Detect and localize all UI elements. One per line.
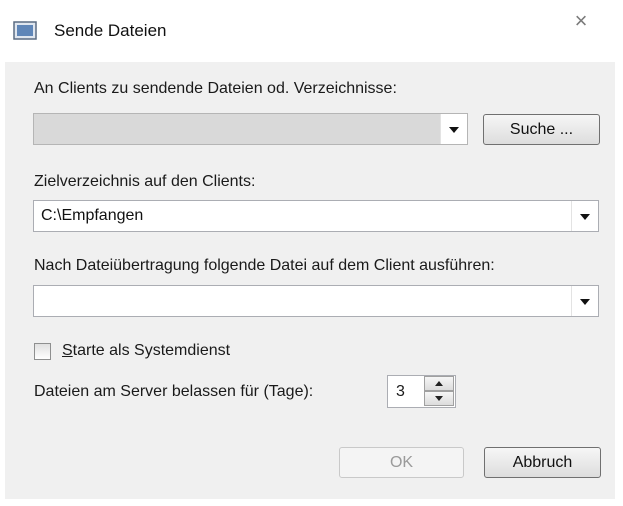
- run-after-combobox[interactable]: [33, 285, 599, 317]
- cancel-button[interactable]: Abbruch: [484, 447, 601, 478]
- keep-days-value: 3: [396, 383, 405, 400]
- window-title: Sende Dateien: [54, 21, 167, 40]
- files-combobox[interactable]: [33, 113, 468, 145]
- files-label: An Clients zu sendende Dateien od. Verze…: [34, 80, 397, 97]
- service-checkbox-text: tarte als Systemdienst: [72, 342, 231, 359]
- title-bar: Sende Dateien ×: [0, 0, 623, 62]
- chevron-down-icon[interactable]: [571, 286, 598, 316]
- target-dir-value: C:\Empfangen: [41, 207, 144, 224]
- search-button[interactable]: Suche ...: [483, 114, 600, 145]
- window-icon: [13, 21, 37, 40]
- close-button[interactable]: ×: [566, 8, 596, 34]
- service-checkbox-label[interactable]: Starte als Systemdienst: [62, 342, 230, 360]
- spin-up-icon[interactable]: [424, 376, 454, 391]
- mnemonic-letter: S: [62, 342, 73, 359]
- spin-down-icon[interactable]: [424, 391, 454, 406]
- chevron-down-icon[interactable]: [440, 114, 467, 144]
- service-checkbox[interactable]: [34, 343, 51, 360]
- run-after-label: Nach Dateiübertragung folgende Datei auf…: [34, 257, 495, 274]
- ok-button[interactable]: OK: [339, 447, 464, 478]
- chevron-down-icon[interactable]: [571, 201, 598, 231]
- keep-days-spinner[interactable]: 3: [387, 375, 456, 408]
- keep-days-label: Dateien am Server belassen für (Tage):: [34, 383, 314, 400]
- target-dir-combobox[interactable]: C:\Empfangen: [33, 200, 599, 232]
- target-dir-label: Zielverzeichnis auf den Clients:: [34, 173, 256, 190]
